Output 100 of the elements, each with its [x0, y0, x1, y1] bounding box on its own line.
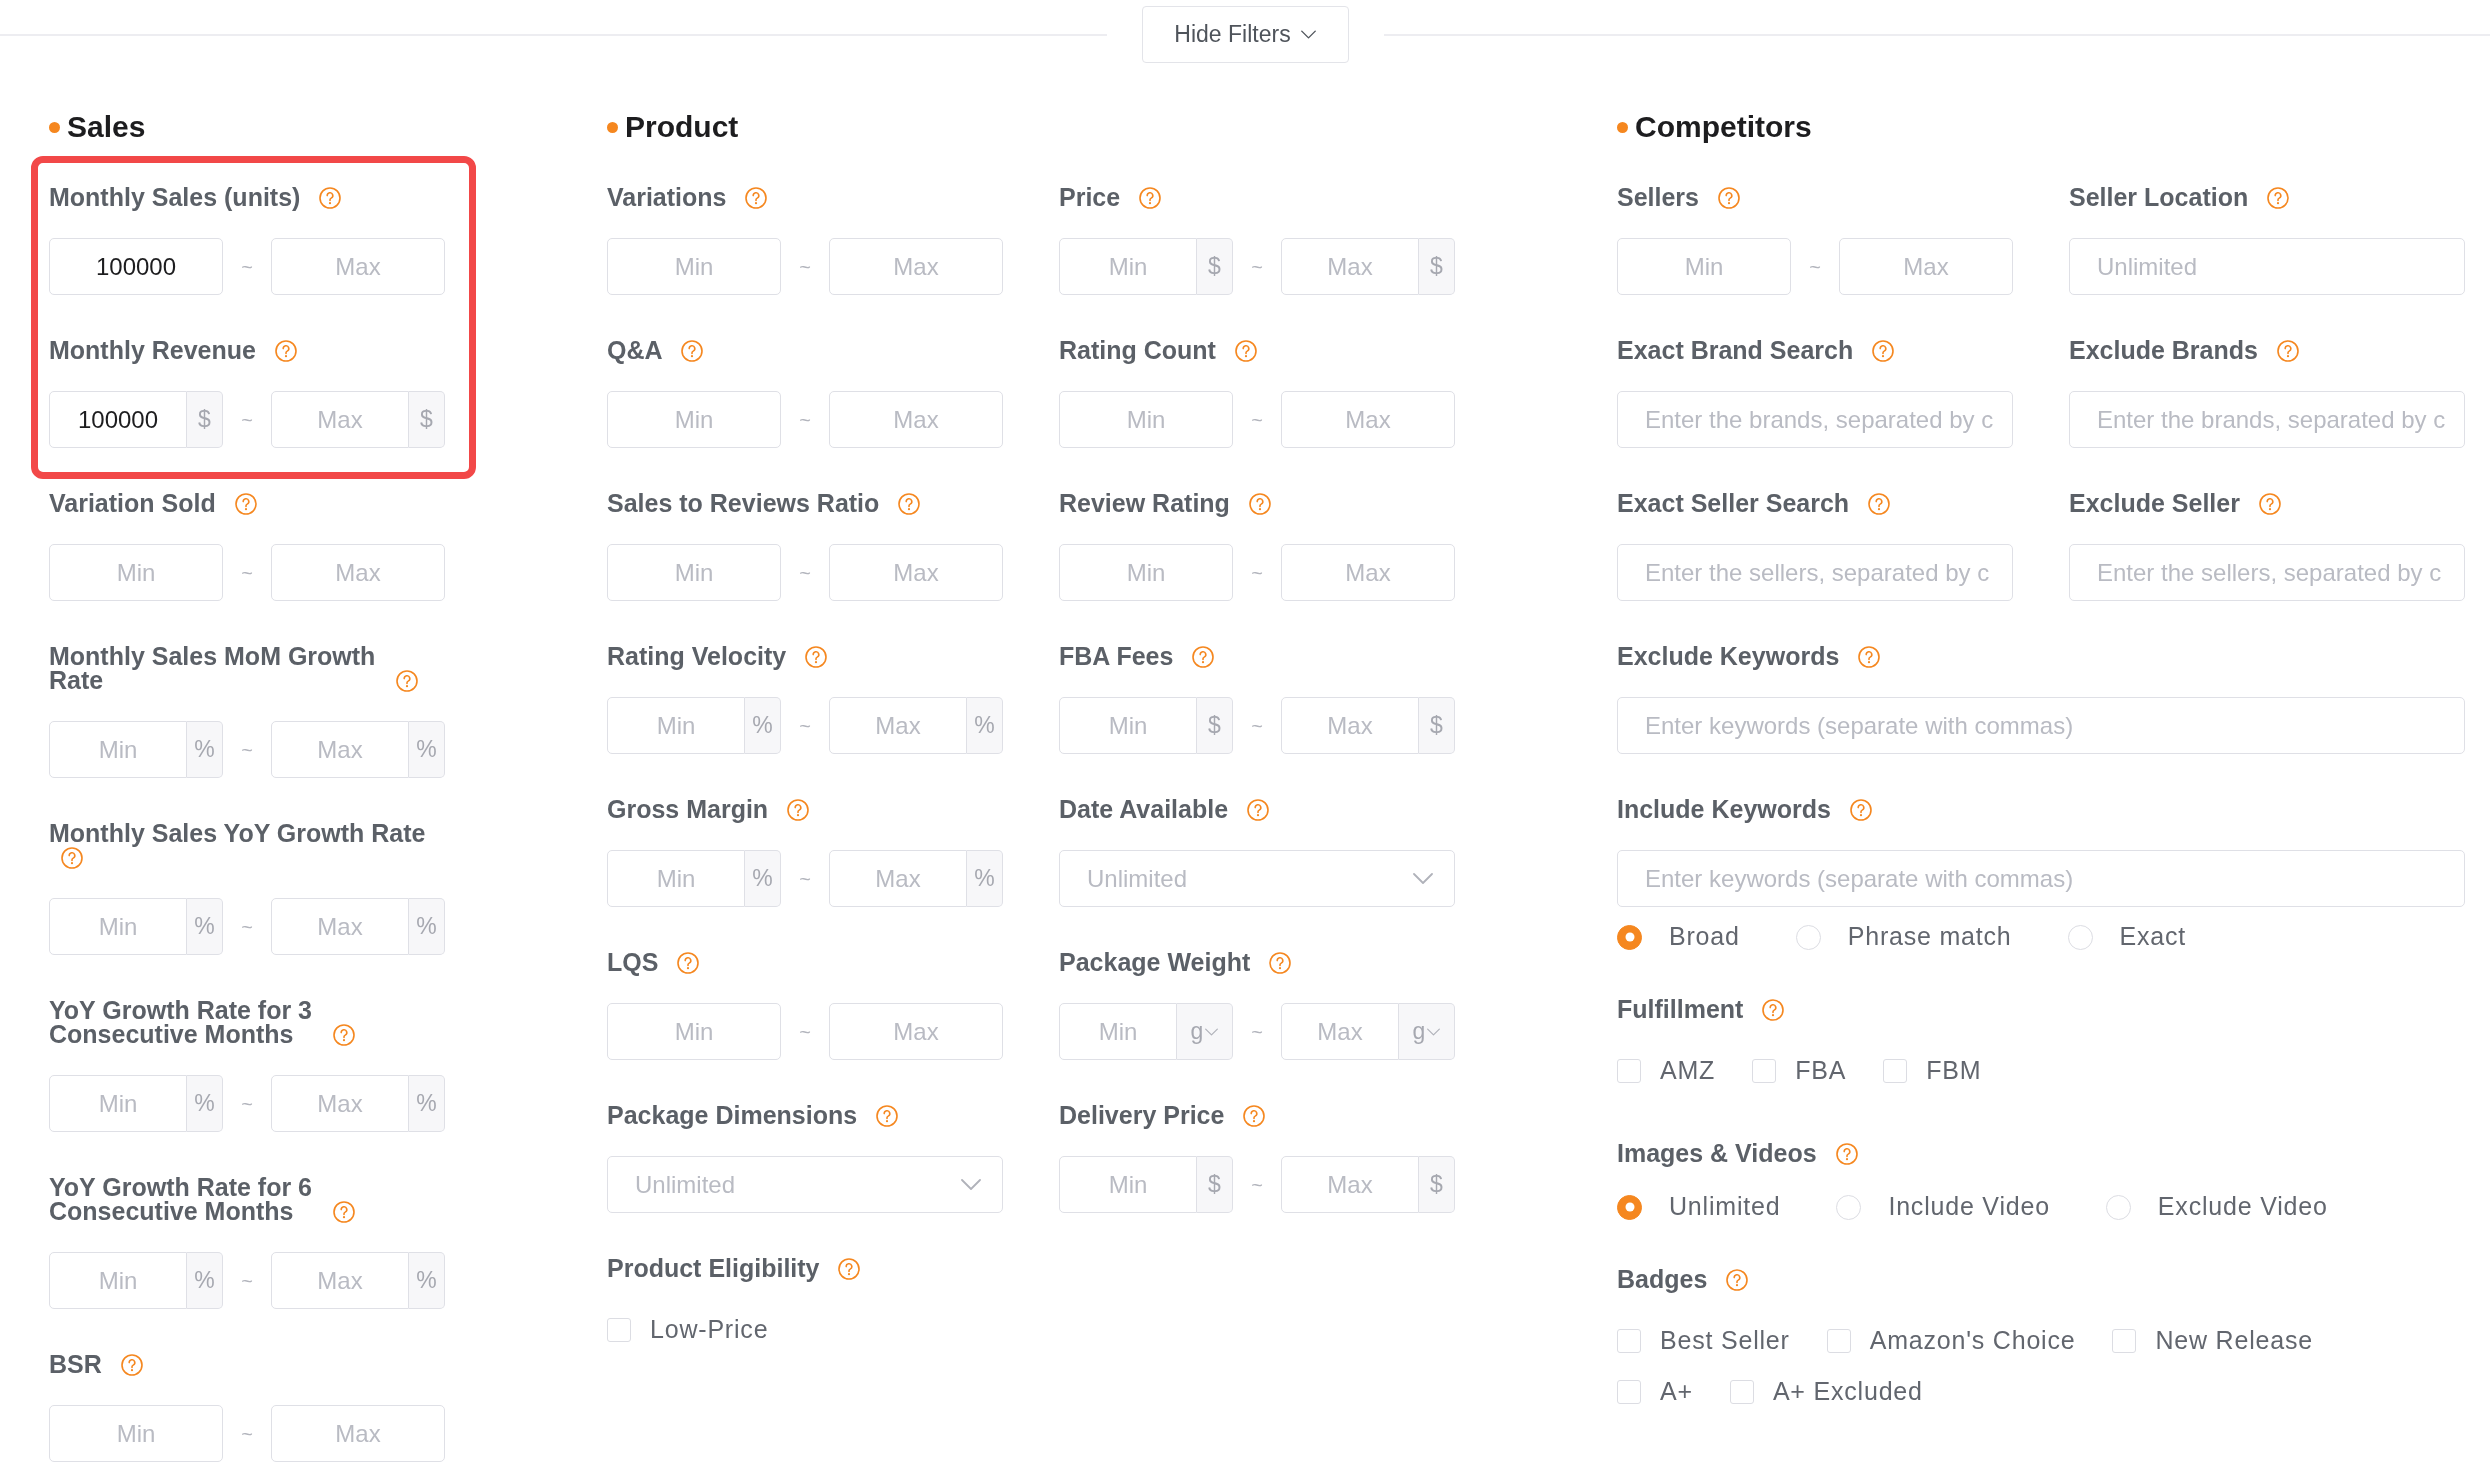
radio-button[interactable]	[1617, 1194, 1642, 1220]
dropdown[interactable]: Unlimited	[607, 1156, 1003, 1213]
max-input[interactable]: Max	[1839, 238, 2013, 295]
help-icon[interactable]	[1192, 646, 1215, 668]
help-icon[interactable]	[1726, 1269, 1749, 1291]
max-input[interactable]: Max	[829, 697, 967, 754]
unit-dropdown[interactable]: g	[1177, 1003, 1233, 1060]
min-input[interactable]: Min	[607, 697, 745, 754]
help-icon[interactable]	[838, 1258, 861, 1280]
checkbox[interactable]	[1617, 1059, 1641, 1083]
unit-label: %	[187, 898, 223, 955]
help-icon[interactable]	[1247, 799, 1269, 821]
min-input[interactable]: Min	[607, 850, 745, 907]
max-input[interactable]: Max	[829, 850, 967, 907]
min-input[interactable]: 100000	[49, 238, 223, 295]
help-icon[interactable]	[319, 187, 342, 209]
checkbox[interactable]	[2112, 1329, 2137, 1353]
max-input[interactable]: Max	[1281, 544, 1455, 601]
min-input[interactable]: Min	[607, 391, 781, 448]
help-icon[interactable]	[1139, 187, 1162, 209]
min-input[interactable]: Min	[1059, 238, 1197, 295]
max-input[interactable]: Max	[271, 898, 409, 955]
help-icon[interactable]	[1248, 493, 1271, 515]
help-icon[interactable]	[395, 670, 418, 692]
help-icon[interactable]	[1868, 493, 1891, 515]
help-icon[interactable]	[745, 187, 768, 209]
help-icon[interactable]	[1269, 952, 1292, 974]
max-input[interactable]: Max	[1281, 238, 1419, 295]
min-input[interactable]: Min	[1059, 1003, 1177, 1060]
help-icon[interactable]	[1849, 799, 1872, 821]
max-input[interactable]: Max	[271, 544, 445, 601]
help-icon[interactable]	[1835, 1143, 1858, 1165]
help-icon[interactable]	[898, 493, 921, 515]
max-input[interactable]: Max	[271, 1405, 445, 1462]
help-icon[interactable]	[61, 847, 83, 869]
text-input[interactable]: Unlimited	[2069, 238, 2465, 295]
max-input[interactable]: Max	[271, 721, 409, 778]
help-icon[interactable]	[274, 340, 297, 362]
help-icon[interactable]	[1234, 340, 1257, 362]
min-input[interactable]: Min	[1059, 1156, 1197, 1213]
help-icon[interactable]	[1243, 1105, 1266, 1127]
help-icon[interactable]	[2267, 187, 2290, 209]
max-input[interactable]: Max	[1281, 1003, 1399, 1060]
text-input[interactable]: Enter the sellers, separated by c	[1617, 544, 2013, 601]
min-input[interactable]: Min	[1617, 238, 1791, 295]
checkbox[interactable]	[1617, 1380, 1641, 1404]
dropdown[interactable]: Unlimited	[1059, 850, 1455, 907]
help-icon[interactable]	[332, 1201, 355, 1223]
min-input[interactable]: Min	[1059, 391, 1233, 448]
max-input[interactable]: Max	[1281, 1156, 1419, 1213]
min-input[interactable]: Min	[1059, 544, 1233, 601]
min-input[interactable]: Min	[49, 1405, 223, 1462]
min-input[interactable]: Min	[49, 1075, 187, 1132]
checkbox[interactable]	[1752, 1059, 1777, 1083]
max-input[interactable]: Max	[1281, 697, 1419, 754]
max-input[interactable]: Max	[271, 1075, 409, 1132]
max-input[interactable]: Max	[1281, 391, 1455, 448]
max-input[interactable]: Max	[271, 238, 445, 295]
text-input[interactable]: Enter keywords (separate with commas)	[1617, 697, 2465, 754]
help-icon[interactable]	[1717, 187, 1740, 209]
help-icon[interactable]	[680, 340, 703, 362]
help-icon[interactable]	[1858, 646, 1881, 668]
help-icon[interactable]	[1872, 340, 1895, 362]
help-icon[interactable]	[2258, 493, 2281, 515]
max-input[interactable]: Max	[829, 544, 1003, 601]
min-input[interactable]: Min	[49, 1252, 187, 1309]
text-input[interactable]: Enter the brands, separated by c	[1617, 391, 2013, 448]
unit-dropdown[interactable]: g	[1399, 1003, 1455, 1060]
text-input[interactable]: Enter the brands, separated by c	[2069, 391, 2465, 448]
help-icon[interactable]	[1762, 999, 1785, 1021]
max-input[interactable]: Max	[829, 391, 1003, 448]
min-input[interactable]: Min	[607, 238, 781, 295]
help-icon[interactable]	[677, 952, 700, 974]
help-icon[interactable]	[2276, 340, 2299, 362]
hide-filters-button[interactable]: Hide Filters	[1141, 6, 1349, 63]
min-input[interactable]: Min	[49, 544, 223, 601]
help-icon[interactable]	[120, 1354, 143, 1376]
help-icon[interactable]	[787, 799, 810, 821]
max-input[interactable]: Max	[829, 238, 1003, 295]
help-icon[interactable]	[876, 1105, 899, 1127]
min-input[interactable]: 100000	[49, 391, 187, 448]
min-input[interactable]: Min	[1059, 697, 1197, 754]
max-input[interactable]: Max	[271, 391, 409, 448]
help-icon[interactable]	[234, 493, 257, 515]
radio-button[interactable]	[1617, 924, 1642, 950]
text-input[interactable]: Enter keywords (separate with commas)	[1617, 850, 2465, 907]
checkbox[interactable]	[1617, 1329, 1641, 1353]
max-input[interactable]: Max	[271, 1252, 409, 1309]
text-input[interactable]: Enter the sellers, separated by c	[2069, 544, 2465, 601]
help-icon[interactable]	[332, 1024, 355, 1046]
help-icon[interactable]	[805, 646, 828, 668]
min-input[interactable]: Min	[607, 1003, 781, 1060]
checkbox[interactable]	[1729, 1380, 1754, 1404]
min-input[interactable]: Min	[49, 721, 187, 778]
checkbox[interactable]	[607, 1318, 631, 1342]
min-input[interactable]: Min	[49, 898, 187, 955]
min-input[interactable]: Min	[607, 544, 781, 601]
checkbox[interactable]	[1826, 1329, 1851, 1353]
checkbox[interactable]	[1883, 1059, 1908, 1083]
max-input[interactable]: Max	[829, 1003, 1003, 1060]
